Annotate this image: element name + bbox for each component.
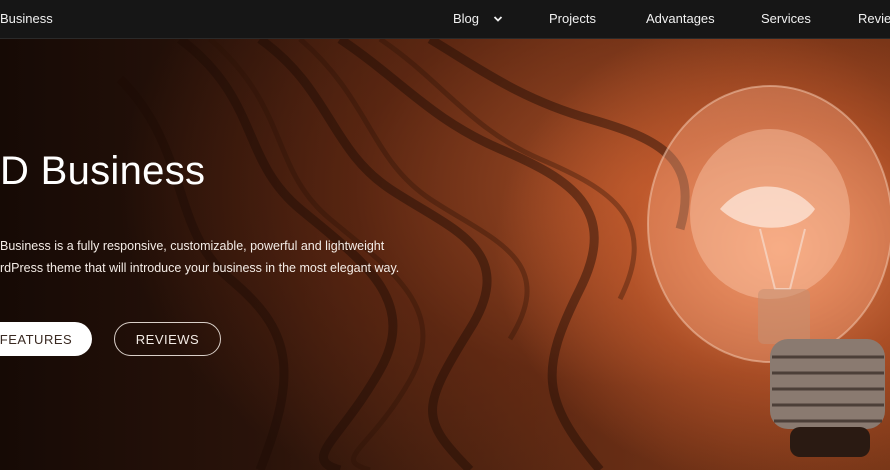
hero-description: Business is a fully responsive, customiz…	[0, 235, 430, 279]
hero-description-line: rdPress theme that will introduce your b…	[0, 261, 400, 275]
nav-item-projects[interactable]: Projects	[549, 11, 596, 26]
nav-item-label: Advantages	[646, 11, 715, 26]
hero-description-line: Business is a fully responsive, customiz…	[0, 239, 385, 253]
nav-item-label: Services	[761, 11, 811, 26]
nav-item-label: Projects	[549, 11, 596, 26]
site-header: Business Blog Projects Advantages Servic…	[0, 0, 890, 39]
hero-section: D Business Business is a fully responsiv…	[0, 39, 890, 470]
reviews-button[interactable]: REVIEWS	[114, 322, 221, 356]
hero-title: D Business	[0, 149, 206, 193]
main-nav: Blog Projects Advantages Services Revie	[0, 0, 890, 38]
nav-item-services[interactable]: Services	[761, 11, 811, 26]
features-button[interactable]: FEATURES	[0, 322, 92, 356]
nav-item-blog[interactable]: Blog	[453, 11, 505, 26]
nav-item-label: Blog	[453, 11, 480, 26]
nav-item-label: Revie	[858, 11, 890, 26]
chevron-down-icon	[491, 12, 505, 26]
nav-item-reviews[interactable]: Revie	[858, 11, 890, 26]
nav-item-advantages[interactable]: Advantages	[646, 11, 715, 26]
